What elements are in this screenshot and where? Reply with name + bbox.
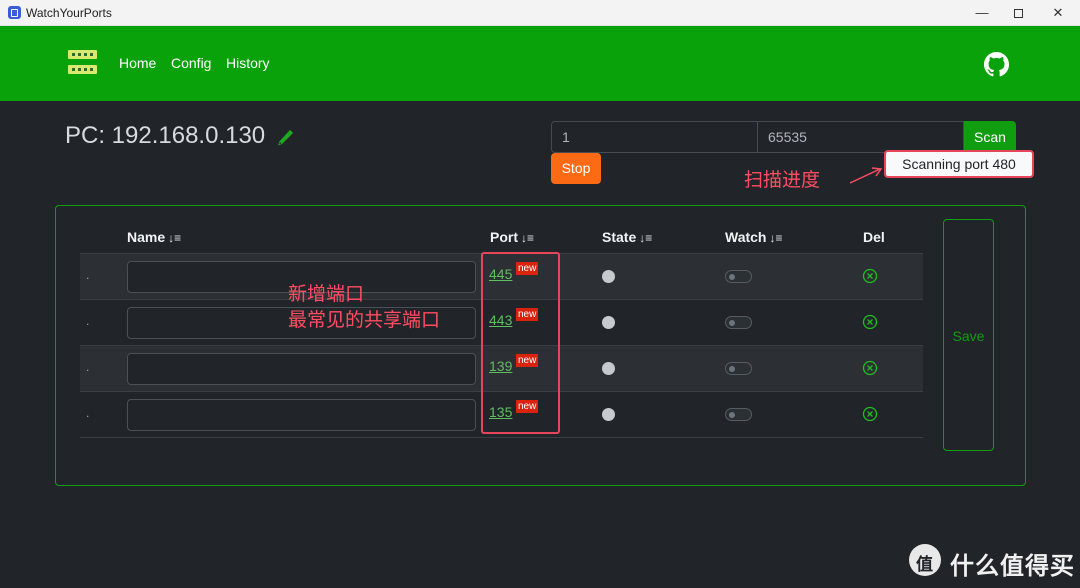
annotation-arrow-icon: [849, 167, 883, 184]
watch-toggle[interactable]: [725, 316, 752, 329]
github-icon[interactable]: [984, 52, 1009, 77]
state-indicator: [602, 408, 615, 421]
save-button[interactable]: Save: [943, 219, 994, 451]
state-indicator: [602, 362, 615, 375]
column-header-watch[interactable]: Watch ↓≡: [725, 229, 783, 245]
column-header-port[interactable]: Port ↓≡: [490, 229, 534, 245]
column-header-port-label: Port: [490, 229, 518, 245]
sort-icon: ↓≡: [168, 231, 182, 245]
column-header-state-label: State: [602, 229, 637, 245]
nav-history-link[interactable]: History: [226, 55, 270, 71]
maximize-icon: [1013, 9, 1023, 19]
row-marker: .: [86, 268, 90, 282]
maximize-button[interactable]: [998, 2, 1038, 24]
port-start-value: 1: [562, 129, 570, 145]
row-marker: .: [86, 360, 90, 374]
app-icon: [8, 6, 21, 19]
annotation-scan-progress: 扫描进度: [744, 170, 821, 191]
column-header-name-label: Name: [127, 229, 166, 245]
column-header-watch-label: Watch: [725, 229, 767, 245]
watermark-text: 什么值得买: [950, 553, 1075, 580]
row-marker: .: [86, 314, 90, 328]
delete-icon[interactable]: [862, 360, 878, 376]
port-end-value: 65535: [768, 129, 807, 145]
sort-icon: ↓≡: [639, 231, 653, 245]
delete-icon[interactable]: [862, 268, 878, 284]
annotation-new-ports-line1: 新增端口: [288, 284, 365, 305]
watch-toggle[interactable]: [725, 362, 752, 375]
port-start-input[interactable]: 1: [551, 121, 758, 153]
scan-button[interactable]: Scan: [964, 121, 1016, 153]
column-header-del: Del: [863, 229, 885, 245]
navbar: Home Config History: [0, 26, 1080, 101]
watermark-logo-icon: [909, 544, 941, 576]
stop-button[interactable]: Stop: [551, 153, 601, 184]
column-header-name[interactable]: Name ↓≡: [127, 229, 181, 245]
sort-icon: ↓≡: [521, 231, 535, 245]
row-marker: .: [86, 406, 90, 420]
table-bottom-divider: [80, 437, 923, 438]
annotation-port-highlight: [481, 252, 560, 434]
minimize-button[interactable]: —: [962, 2, 1002, 24]
delete-icon[interactable]: [862, 406, 878, 422]
app-logo-icon[interactable]: [68, 50, 97, 76]
nav-config-link[interactable]: Config: [171, 55, 211, 71]
name-input[interactable]: [127, 399, 476, 431]
watch-toggle[interactable]: [725, 408, 752, 421]
window-title: WatchYourPorts: [26, 6, 112, 20]
watch-toggle[interactable]: [725, 270, 752, 283]
nav-home-link[interactable]: Home: [119, 55, 156, 71]
annotation-new-ports-line2: 最常见的共享端口: [288, 310, 441, 331]
window-titlebar: WatchYourPorts — ✕: [0, 0, 1080, 26]
pencil-icon[interactable]: [276, 129, 294, 147]
name-input[interactable]: [127, 353, 476, 385]
annotation-new-ports: 新增端口 最常见的共享端口: [288, 282, 440, 334]
close-button[interactable]: ✕: [1038, 2, 1078, 24]
sort-icon: ↓≡: [769, 231, 783, 245]
port-end-input[interactable]: 65535: [757, 121, 964, 153]
state-indicator: [602, 316, 615, 329]
state-indicator: [602, 270, 615, 283]
column-header-state[interactable]: State ↓≡: [602, 229, 652, 245]
delete-icon[interactable]: [862, 314, 878, 330]
page-title: PC: 192.168.0.130: [65, 122, 266, 149]
scan-status: Scanning port 480: [884, 150, 1034, 178]
